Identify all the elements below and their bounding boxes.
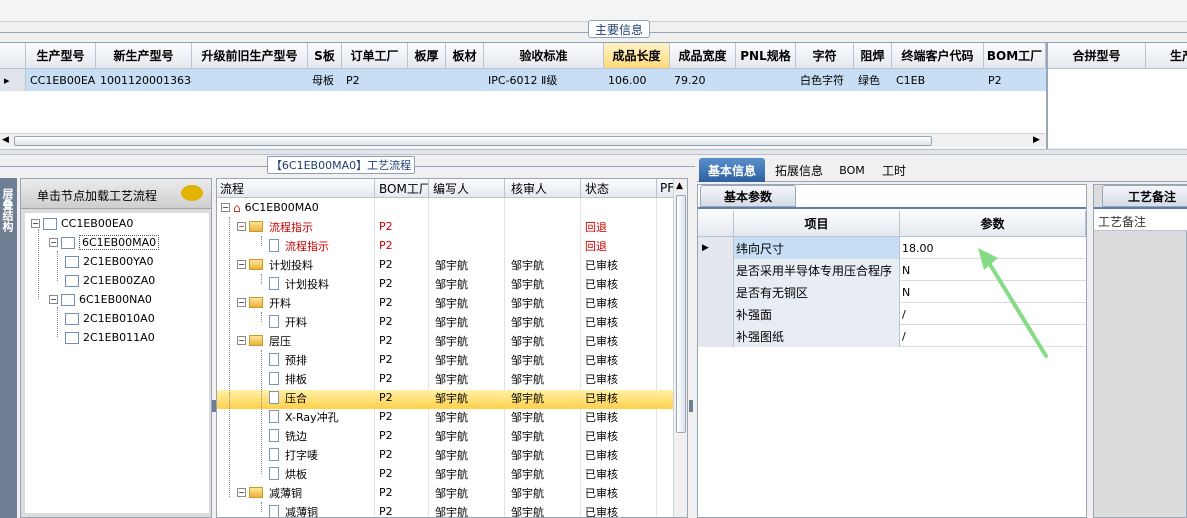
arrow-annotation	[978, 248, 1048, 358]
